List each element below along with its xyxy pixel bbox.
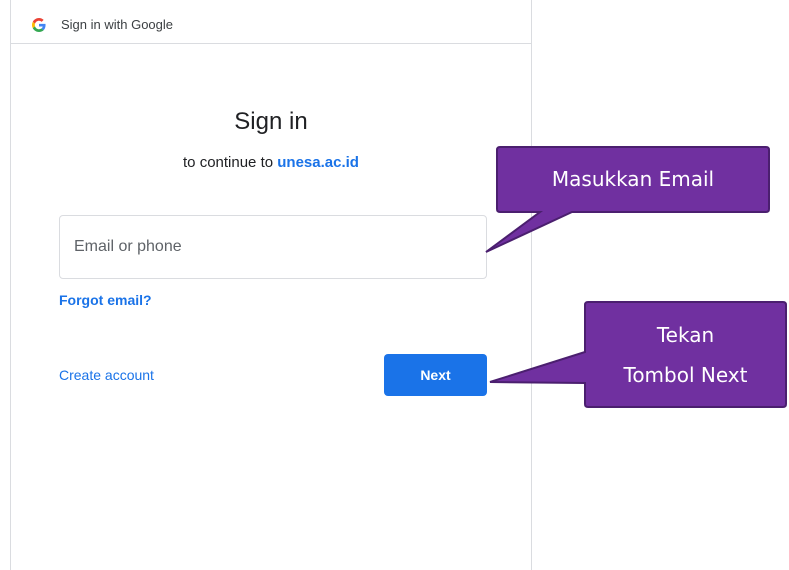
forgot-email-link[interactable]: Forgot email? [59, 292, 152, 308]
subtitle-domain: unesa.ac.id [277, 154, 359, 171]
callout-email-text: Masukkan Email [551, 167, 715, 191]
page-title: Sign in [234, 108, 308, 135]
next-button[interactable]: Next [384, 354, 487, 396]
signin-header: Sign in with Google [11, 0, 531, 44]
callout-next-line2: Tombol Next [623, 363, 748, 387]
callout-next-shape [489, 301, 787, 408]
subtitle: to continue to unesa.ac.id [11, 154, 531, 171]
signin-card: Sign in with Google Sign in to continue … [10, 0, 532, 570]
google-g-icon [32, 18, 46, 32]
subtitle-prefix: to continue to [183, 154, 274, 171]
callout-next-line1: Tekan [656, 323, 715, 347]
create-account-link[interactable]: Create account [59, 367, 154, 383]
header-title: Sign in with Google [61, 17, 174, 32]
email-field[interactable] [59, 215, 487, 279]
